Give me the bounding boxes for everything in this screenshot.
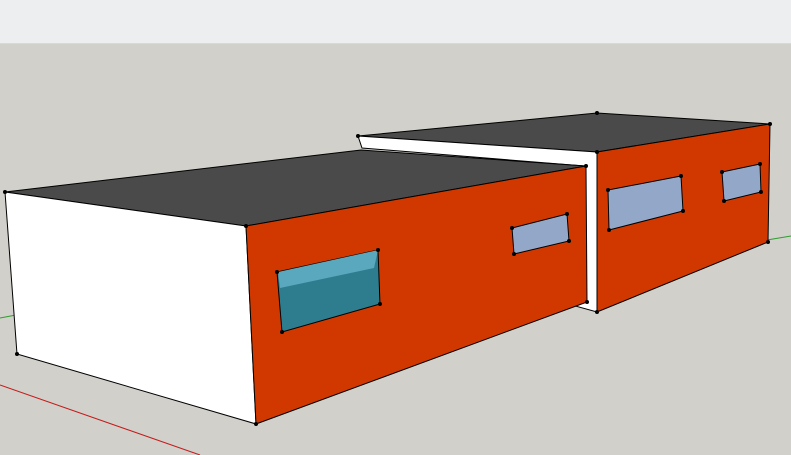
vertex-point (567, 239, 571, 243)
vertex-point (512, 252, 516, 256)
vertex-point (275, 270, 279, 274)
vertex-point (606, 188, 610, 192)
vertex-point (681, 209, 685, 213)
vertex-point (510, 226, 514, 230)
vertex-point (595, 150, 599, 154)
vertex-point (607, 228, 611, 232)
vertex-point (758, 162, 762, 166)
vertex-point (595, 310, 599, 314)
vertex-point (759, 190, 763, 194)
vertex-point (585, 300, 589, 304)
vertex-point (280, 330, 284, 334)
vertex-point (722, 199, 726, 203)
vertex-point (565, 212, 569, 216)
vertex-point (376, 248, 380, 252)
3d-viewport[interactable] (0, 44, 791, 455)
vertex-point (679, 174, 683, 178)
vertex-point (584, 164, 588, 168)
vertex-point (254, 422, 258, 426)
sketchup-window (0, 0, 791, 455)
vertex-point (595, 111, 599, 115)
toolbar-strip (0, 0, 791, 44)
vertex-point (720, 170, 724, 174)
vertex-point (766, 240, 770, 244)
vertex-point (15, 352, 19, 356)
vertex-point (768, 122, 772, 126)
vertex-point (356, 134, 360, 138)
vertex-point (244, 224, 248, 228)
vertex-point (378, 302, 382, 306)
vertex-point (3, 190, 7, 194)
model-canvas[interactable] (0, 44, 791, 455)
